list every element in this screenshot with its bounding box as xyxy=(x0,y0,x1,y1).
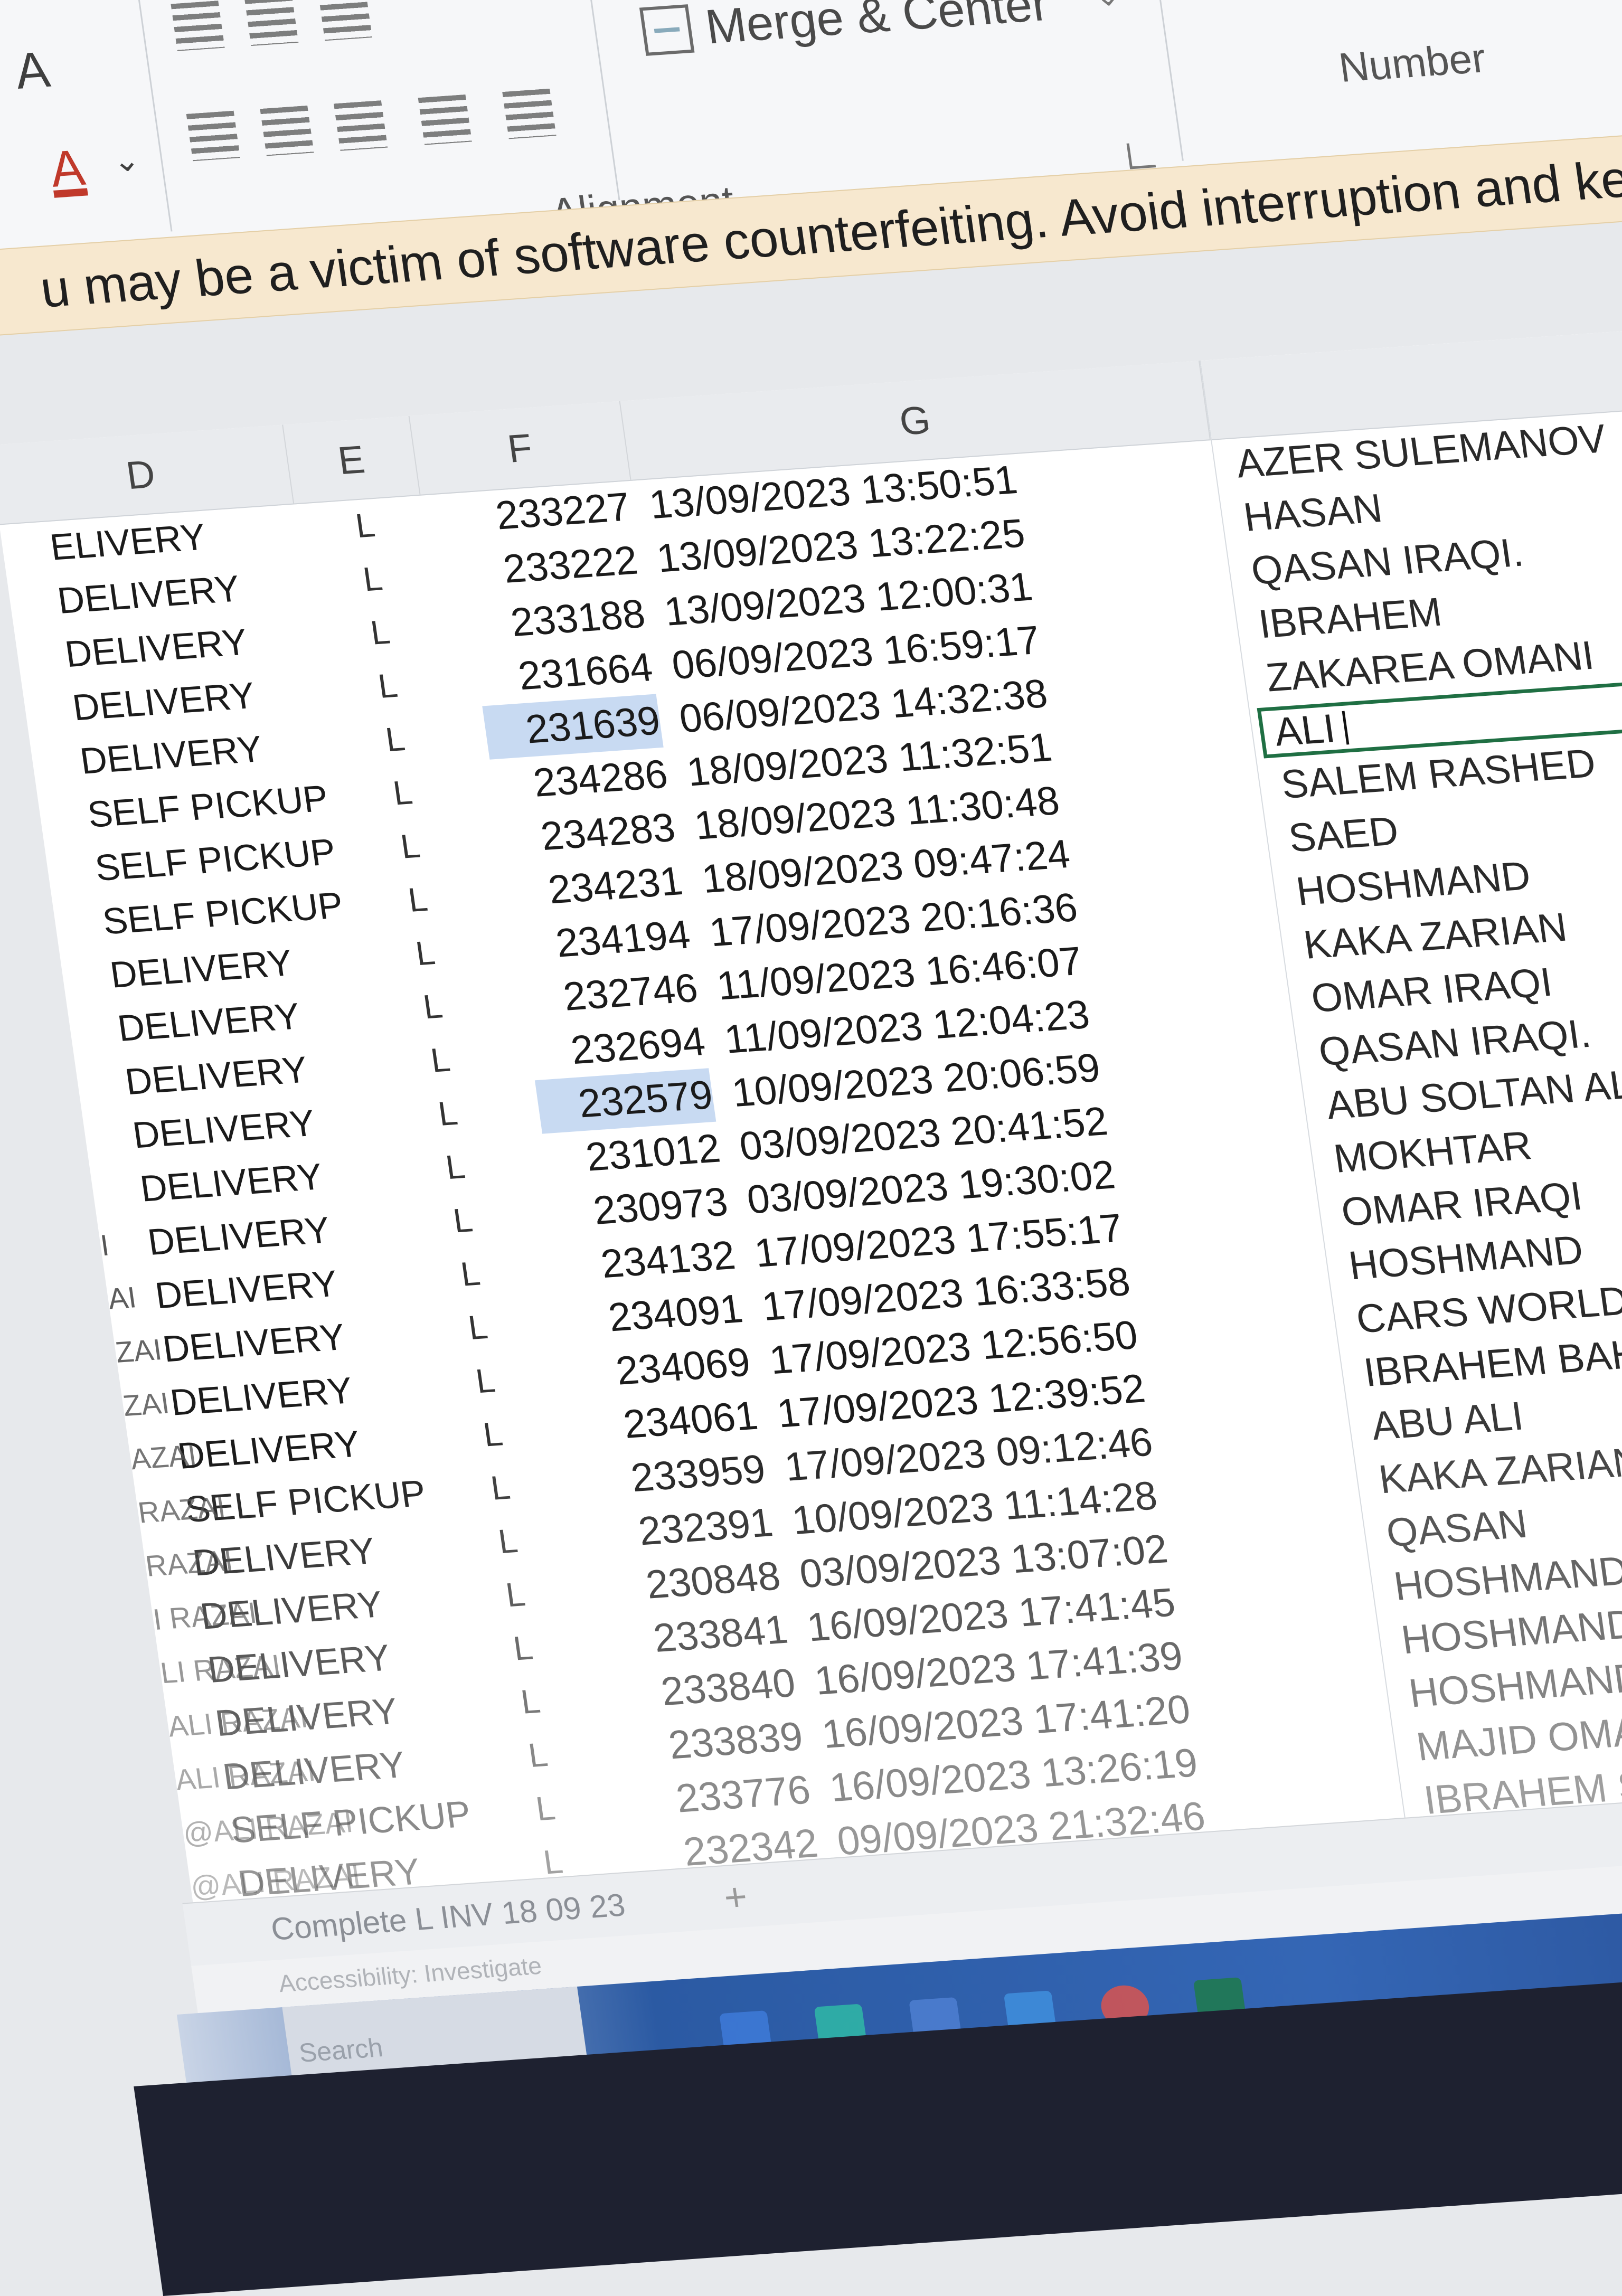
taskbar-search-label: Search xyxy=(297,2033,385,2068)
cell-customer-name[interactable]: ABU ALI xyxy=(1368,1390,1527,1453)
cell-flag[interactable]: L xyxy=(412,922,483,980)
group-separator xyxy=(129,0,173,232)
truncated-cell[interactable]: ALI RAZAI xyxy=(172,1744,319,1807)
cell-flag[interactable]: L xyxy=(517,1671,588,1729)
truncated-cell[interactable]: LI RAZAI xyxy=(157,1638,284,1700)
worksheet-grid[interactable]: D E F G ELIVERY L 233227 13/09/2023 13:50:5… xyxy=(0,320,1622,1966)
cell-flag[interactable]: L xyxy=(367,602,438,660)
cell-flag[interactable]: L xyxy=(473,1350,543,1408)
align-left-icon[interactable] xyxy=(186,110,241,162)
cell-flag[interactable]: L xyxy=(435,1083,505,1141)
text-cursor xyxy=(1342,711,1349,745)
cell-flag[interactable]: L xyxy=(375,655,446,713)
cell-flag[interactable]: L xyxy=(352,495,423,553)
cell-flag[interactable]: L xyxy=(390,762,460,820)
group-separator xyxy=(577,0,620,201)
increase-font-size-icon[interactable]: A xyxy=(12,41,53,100)
cell-flag[interactable]: L xyxy=(495,1510,565,1569)
cell-flag[interactable]: L xyxy=(480,1404,551,1462)
decrease-indent-icon[interactable] xyxy=(418,94,472,145)
truncated-cell[interactable]: ZAI xyxy=(112,1322,165,1379)
alignment-dialog-launcher-icon[interactable] xyxy=(1126,141,1156,169)
cell-flag[interactable]: L xyxy=(450,1190,521,1248)
number-group-label: Number xyxy=(1336,34,1489,91)
active-cell-value: ALI xyxy=(1271,706,1338,755)
cell-customer-name[interactable]: SAED xyxy=(1285,804,1402,865)
column-header-f[interactable]: F xyxy=(409,401,631,495)
cell-flag[interactable]: L xyxy=(532,1778,603,1836)
truncated-cell[interactable]: AZAI xyxy=(127,1428,200,1486)
cell-flag[interactable]: L xyxy=(397,816,468,874)
align-top-icon[interactable] xyxy=(171,1,225,51)
cell-flag[interactable]: L xyxy=(465,1297,535,1355)
truncated-cell[interactable]: ALI RAZAI xyxy=(165,1690,312,1754)
group-separator xyxy=(1140,0,1184,161)
column-header-e[interactable]: E xyxy=(283,415,421,504)
increase-indent-icon[interactable] xyxy=(502,88,557,139)
align-center-icon[interactable] xyxy=(260,105,314,156)
cell-flag[interactable]: L xyxy=(442,1136,513,1194)
truncated-cell[interactable]: RAZAI xyxy=(142,1534,237,1593)
cell-flag[interactable]: L xyxy=(457,1243,528,1301)
cell-flag[interactable]: L xyxy=(427,1029,498,1088)
chevron-down-icon[interactable]: ⌄ xyxy=(110,142,142,179)
cell-flag[interactable]: L xyxy=(360,549,430,607)
truncated-cell[interactable]: RAZAI xyxy=(135,1480,229,1540)
add-sheet-icon[interactable]: + xyxy=(720,1865,751,1930)
screen-photo: A A ⌄ Merge & Center ⌄ Alignment Number … xyxy=(0,0,1622,2296)
cell-flag[interactable]: L xyxy=(510,1618,581,1676)
align-bottom-icon[interactable] xyxy=(318,0,373,41)
truncated-cell[interactable]: I RAZAI xyxy=(149,1586,260,1647)
align-right-icon[interactable] xyxy=(334,100,388,151)
truncated-cell[interactable]: ZAI xyxy=(119,1376,173,1433)
font-color-icon[interactable]: A xyxy=(46,139,88,198)
cell-flag[interactable]: L xyxy=(502,1564,573,1622)
merge-and-center-button[interactable]: Merge & Center xyxy=(639,0,1052,61)
cell-flag[interactable]: L xyxy=(487,1457,558,1515)
cell-flag[interactable]: L xyxy=(420,976,491,1034)
cell-customer-name[interactable]: HASAN xyxy=(1240,481,1385,545)
merge-dropdown-chevron-icon[interactable]: ⌄ xyxy=(1093,0,1123,13)
align-middle-icon[interactable] xyxy=(244,0,299,46)
cell-customer-name[interactable]: QASAN xyxy=(1383,1497,1531,1561)
cell-flag[interactable]: L xyxy=(525,1724,596,1782)
merge-label: Merge & Center xyxy=(702,0,1052,54)
cell-flag[interactable]: L xyxy=(382,708,453,767)
cell-flag[interactable]: L xyxy=(404,869,475,927)
merge-cells-icon xyxy=(639,4,695,56)
